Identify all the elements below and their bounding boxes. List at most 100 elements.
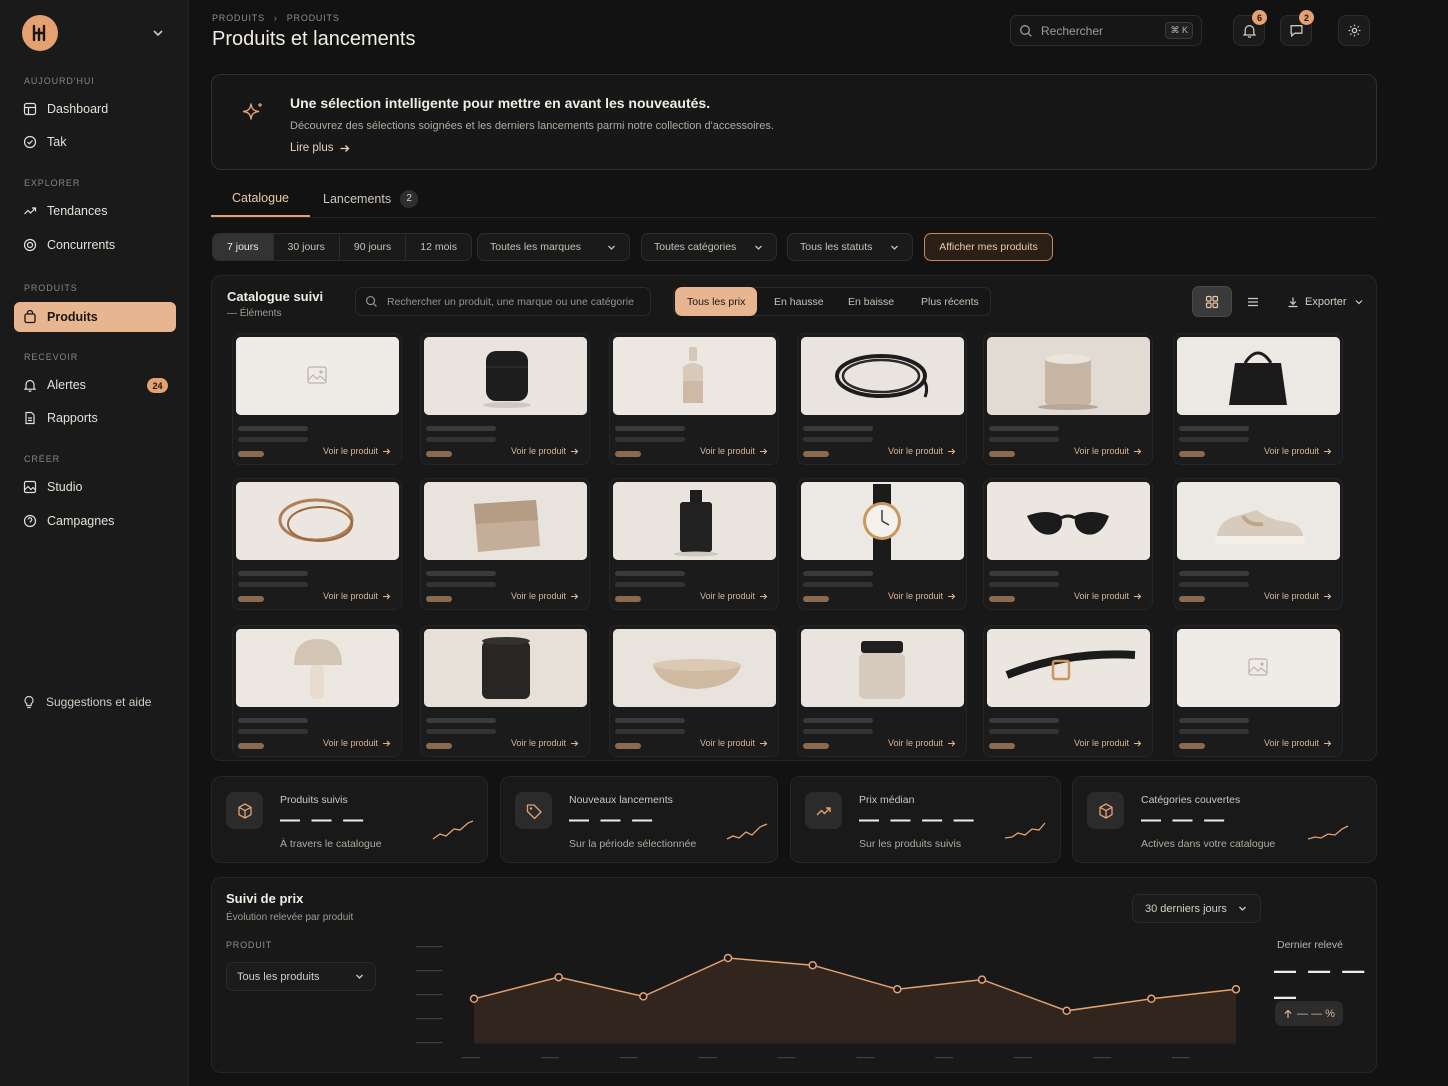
skeleton-price	[989, 596, 1015, 602]
product-card[interactable]: Voir le produit	[797, 333, 967, 465]
skeleton-price	[803, 596, 829, 602]
product-card[interactable]: Voir le produit	[232, 478, 402, 610]
skeleton-line	[989, 426, 1059, 431]
view-product-link[interactable]: Voir le produit	[700, 446, 768, 456]
data-point[interactable]	[977, 975, 987, 984]
view-product-link[interactable]: Voir le produit	[700, 738, 768, 748]
view-product-link[interactable]: Voir le produit	[700, 591, 768, 601]
view-product-link[interactable]: Voir le produit	[1074, 446, 1142, 456]
view-product-link[interactable]: Voir le produit	[1074, 738, 1142, 748]
product-card[interactable]: Voir le produit	[1173, 625, 1343, 757]
product-card[interactable]: Voir le produit	[420, 333, 590, 465]
data-point[interactable]	[723, 953, 733, 963]
period-option-30[interactable]: 30 jours	[274, 234, 340, 260]
price-filter-down[interactable]: En baisse	[836, 287, 906, 316]
messages-button[interactable]: 2	[1280, 10, 1314, 46]
product-image	[236, 337, 399, 415]
product-card[interactable]: Voir le produit	[420, 478, 590, 610]
sidebar-item-tak[interactable]: Tak	[14, 127, 176, 157]
period-option-7[interactable]: 7 jours	[213, 234, 274, 260]
data-point[interactable]	[1062, 1006, 1071, 1016]
app-logo[interactable]	[22, 15, 58, 51]
sidebar-item-label: Rapports	[47, 411, 98, 425]
product-card[interactable]: Voir le produit	[609, 478, 779, 610]
product-select[interactable]: Tous les produits	[226, 962, 376, 991]
arrow-right-icon	[1134, 740, 1142, 746]
settings-button[interactable]	[1338, 15, 1370, 46]
data-point[interactable]	[554, 972, 563, 982]
sidebar-item-studio[interactable]: Studio	[14, 472, 176, 502]
product-card[interactable]: Voir le produit	[420, 625, 590, 757]
sidebar-item-tendances[interactable]: Tendances	[14, 196, 176, 226]
sidebar-item-label: Alertes	[47, 378, 86, 392]
status-dropdown[interactable]: Tous les statuts	[787, 233, 913, 261]
product-card[interactable]: Voir le produit	[797, 478, 967, 610]
view-product-link[interactable]: Voir le produit	[1264, 591, 1332, 601]
data-point[interactable]	[639, 992, 648, 1001]
product-card[interactable]: Voir le produit	[797, 625, 967, 757]
price-filter-up[interactable]: En hausse	[762, 287, 836, 316]
help-link[interactable]: Suggestions et aide	[22, 695, 151, 709]
global-search-input[interactable]: Rechercher ⌘ K	[1010, 15, 1202, 46]
grid-view-button[interactable]	[1192, 286, 1232, 317]
catalogue-search-input[interactable]: Rechercher un produit, une marque ou une…	[355, 287, 651, 316]
sidebar-item-dashboard[interactable]: Dashboard	[14, 94, 176, 124]
data-point[interactable]	[1147, 994, 1156, 1004]
view-product-link[interactable]: Voir le produit	[888, 738, 956, 748]
data-point[interactable]	[893, 984, 902, 994]
arrow-right-icon	[1324, 740, 1332, 746]
skeleton-price	[615, 743, 641, 749]
view-product-link[interactable]: Voir le produit	[511, 738, 579, 748]
category-dropdown[interactable]: Toutes catégories	[641, 233, 777, 261]
product-card[interactable]: Voir le produit	[1173, 333, 1343, 465]
skeleton-line	[803, 426, 873, 431]
view-product-link[interactable]: Voir le produit	[888, 591, 956, 601]
price-filter-all[interactable]: Tous les prix	[675, 287, 758, 316]
chevron-down-icon[interactable]	[150, 25, 166, 41]
data-point[interactable]	[808, 960, 817, 970]
view-product-link[interactable]: Voir le produit	[511, 591, 579, 601]
view-product-link[interactable]: Voir le produit	[323, 446, 391, 456]
lightbulb-icon	[24, 695, 34, 709]
period-option-90[interactable]: 90 jours	[340, 234, 407, 260]
view-product-link[interactable]: Voir le produit	[323, 738, 391, 748]
export-label: Exporter	[1305, 296, 1347, 308]
product-card[interactable]: Voir le produit	[232, 625, 402, 757]
data-point[interactable]	[1231, 984, 1240, 994]
period-select[interactable]: 30 derniers jours	[1132, 894, 1261, 923]
sidebar-item-produits[interactable]: Produits	[14, 302, 176, 332]
list-view-button[interactable]	[1233, 286, 1273, 317]
arrow-right-icon	[383, 448, 391, 454]
product-card[interactable]: Voir le produit	[983, 625, 1153, 757]
view-product-link[interactable]: Voir le produit	[1074, 591, 1142, 601]
export-button[interactable]: Exporter	[1287, 289, 1365, 315]
arrow-right-icon	[383, 740, 391, 746]
breadcrumb-item[interactable]: PRODUITS	[212, 13, 265, 23]
product-card[interactable]: Voir le produit	[609, 333, 779, 465]
read-more-link[interactable]: Lire plus	[290, 142, 350, 154]
sidebar-item-alertes[interactable]: Alertes 24	[14, 370, 176, 400]
tab-catalogue[interactable]: Catalogue	[211, 180, 310, 217]
brand-dropdown[interactable]: Toutes les marques	[477, 233, 630, 261]
view-product-link[interactable]: Voir le produit	[888, 446, 956, 456]
view-product-link[interactable]: Voir le produit	[323, 591, 391, 601]
product-card[interactable]: Voir le produit	[232, 333, 402, 465]
product-card[interactable]: Voir le produit	[609, 625, 779, 757]
notifications-button[interactable]: 6	[1233, 10, 1267, 46]
product-card[interactable]: Voir le produit	[983, 478, 1153, 610]
sidebar-item-campagnes[interactable]: Campagnes	[14, 506, 176, 536]
view-product-link[interactable]: Voir le produit	[1264, 738, 1332, 748]
tab-lancements[interactable]: Lancements 2	[323, 180, 419, 217]
price-filter-recent[interactable]: Plus récents	[909, 287, 991, 316]
view-product-link[interactable]: Voir le produit	[511, 446, 579, 456]
period-option-12m[interactable]: 12 mois	[406, 234, 471, 260]
placeholder-image-icon	[236, 337, 399, 415]
sidebar-item-concurrents[interactable]: Concurrents	[14, 230, 176, 260]
product-card[interactable]: Voir le produit	[1173, 478, 1343, 610]
show-my-products-button[interactable]: Afficher mes produits	[924, 233, 1053, 261]
view-product-link[interactable]: Voir le produit	[1264, 446, 1332, 456]
data-point[interactable]	[469, 994, 479, 1004]
stat-label: Produits suivis	[280, 794, 348, 806]
product-card[interactable]: Voir le produit	[983, 333, 1153, 465]
sidebar-item-rapports[interactable]: Rapports	[14, 403, 176, 433]
